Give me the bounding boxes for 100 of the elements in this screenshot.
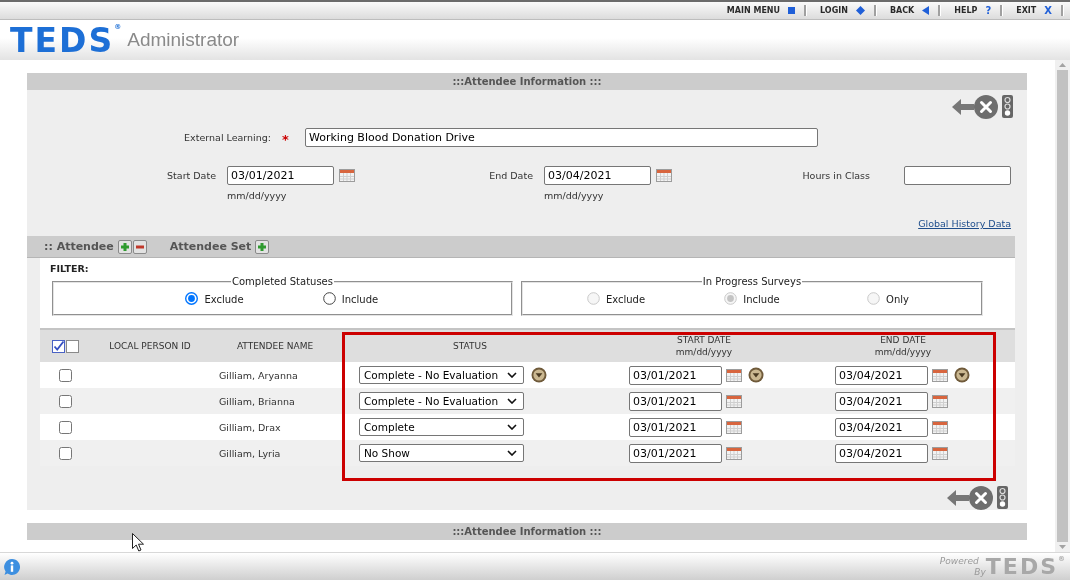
nav-link[interactable]: MAIN MENU bbox=[713, 6, 805, 15]
start-date-field[interactable]: 03/01/2021 bbox=[227, 166, 334, 185]
scrollbar[interactable] bbox=[1055, 60, 1070, 552]
column-header: END DATE bbox=[880, 334, 926, 346]
section-title-bar: :::Attendee Information ::: bbox=[27, 523, 1027, 540]
row-checkbox[interactable] bbox=[58, 446, 72, 460]
radio-label: Exclude bbox=[605, 293, 646, 305]
field-label: Start Date bbox=[166, 169, 216, 183]
end-date-field[interactable]: 03/04/2021 bbox=[835, 417, 928, 437]
calendar-icon[interactable] bbox=[726, 368, 742, 382]
back-arrow-icon[interactable] bbox=[952, 98, 974, 115]
field-label: Hours in Class bbox=[801, 169, 870, 183]
nav-link[interactable]: LOGIN bbox=[807, 6, 874, 15]
status-dropdown[interactable]: No Show bbox=[359, 444, 524, 462]
row-checkbox[interactable] bbox=[58, 394, 72, 408]
radio-label: Exclude bbox=[204, 293, 244, 305]
status-dropdown[interactable]: Complete - No Evaluation bbox=[359, 366, 524, 384]
date-format-hint: mm/dd/yyyy bbox=[544, 190, 605, 202]
calendar-icon[interactable] bbox=[932, 420, 948, 434]
required-mark: * bbox=[282, 130, 290, 149]
nav-link[interactable]: BACK bbox=[876, 6, 939, 15]
calendar-icon[interactable] bbox=[726, 394, 742, 408]
start-date-field[interactable]: 03/01/2021 bbox=[629, 391, 722, 411]
back-arrow-icon[interactable] bbox=[947, 489, 969, 506]
attendee-name: Gilliam, Aryanna bbox=[219, 369, 298, 381]
add-icon[interactable] bbox=[117, 239, 132, 254]
down-arrow-circle-icon[interactable] bbox=[954, 367, 970, 383]
calendar-icon[interactable] bbox=[339, 169, 355, 182]
mouse-pointer-icon bbox=[132, 533, 144, 552]
external-learning-field[interactable]: Working Blood Donation Drive bbox=[305, 128, 818, 147]
chevron-down-icon[interactable] bbox=[507, 450, 517, 456]
filter-label: FILTER: bbox=[49, 262, 90, 274]
radio-label: Include bbox=[341, 293, 379, 305]
chevron-down-icon[interactable] bbox=[507, 372, 517, 378]
nav-link[interactable]: HELP ? bbox=[941, 5, 1001, 16]
remove-icon[interactable] bbox=[132, 239, 147, 254]
down-arrow-circle-icon[interactable] bbox=[531, 367, 547, 383]
attendee-name: Gilliam, Drax bbox=[219, 421, 281, 433]
scrollbar-thumb[interactable] bbox=[1057, 70, 1068, 542]
close-icon[interactable]: X bbox=[1044, 5, 1052, 16]
uncheck-all-icon[interactable] bbox=[65, 339, 79, 353]
calendar-icon[interactable] bbox=[726, 446, 742, 460]
attendee-name: Gilliam, Brianna bbox=[219, 395, 295, 407]
square-icon[interactable] bbox=[788, 7, 796, 14]
column-hint: mm/dd/yyyy bbox=[874, 346, 932, 358]
calendar-icon[interactable] bbox=[656, 169, 672, 182]
left-triangle-icon[interactable] bbox=[922, 6, 930, 15]
row-checkbox[interactable] bbox=[58, 420, 72, 434]
field-label: End Date bbox=[488, 169, 533, 183]
status-dropdown[interactable]: Complete bbox=[359, 418, 524, 436]
start-date-field[interactable]: 03/01/2021 bbox=[629, 443, 722, 463]
end-date-field[interactable]: 03/04/2021 bbox=[835, 443, 928, 463]
close-icon[interactable] bbox=[969, 485, 993, 510]
down-arrow-circle-icon[interactable] bbox=[748, 367, 764, 383]
traffic-light-icon[interactable] bbox=[997, 486, 1008, 509]
radio-label: Include bbox=[743, 293, 780, 305]
calendar-icon[interactable] bbox=[932, 394, 948, 408]
close-icon[interactable] bbox=[974, 94, 998, 119]
date-format-hint: mm/dd/yyyy bbox=[227, 190, 288, 202]
end-date-field[interactable]: 03/04/2021 bbox=[835, 365, 928, 385]
column-hint: mm/dd/yyyy bbox=[675, 346, 733, 358]
traffic-light-icon[interactable] bbox=[1002, 95, 1013, 118]
start-date-field[interactable]: 03/01/2021 bbox=[629, 365, 722, 385]
global-history-link[interactable]: Global History Data bbox=[918, 218, 1011, 230]
radio-button[interactable] bbox=[185, 292, 199, 305]
attendee-name: Gilliam, Lyria bbox=[219, 447, 281, 459]
chevron-down-icon[interactable] bbox=[507, 398, 517, 404]
section-label: :: Attendee bbox=[44, 240, 114, 253]
column-header: ATTENDEE NAME bbox=[236, 340, 314, 352]
calendar-icon[interactable] bbox=[726, 420, 742, 434]
section-title-bar: :::Attendee Information ::: bbox=[27, 73, 1027, 90]
add-icon[interactable] bbox=[255, 239, 270, 254]
column-header: LOCAL PERSON ID bbox=[109, 340, 191, 352]
info-icon[interactable] bbox=[3, 557, 21, 576]
group-legend: In Progress Surveys bbox=[701, 276, 803, 287]
hours-in-class-field[interactable] bbox=[904, 166, 1011, 185]
start-date-field[interactable]: 03/01/2021 bbox=[629, 417, 722, 437]
question-mark-icon[interactable]: ? bbox=[985, 5, 992, 16]
app-title: Administrator bbox=[127, 29, 240, 51]
footer-logo: TEDS$^{®}$ bbox=[985, 555, 1065, 578]
column-header: START DATE bbox=[676, 334, 731, 346]
calendar-icon[interactable] bbox=[932, 368, 948, 382]
powered-by-text: Powered bbox=[939, 555, 980, 567]
row-checkbox[interactable] bbox=[58, 368, 72, 382]
field-label: External Learning: bbox=[183, 131, 271, 145]
group-legend: Completed Statuses bbox=[231, 276, 334, 287]
end-date-field[interactable]: 03/04/2021 bbox=[544, 166, 651, 185]
radio-label: Only bbox=[886, 293, 909, 305]
radio-button[interactable] bbox=[322, 292, 336, 305]
calendar-icon[interactable] bbox=[932, 446, 948, 460]
logo: TEDS$^{®}$ bbox=[10, 23, 122, 57]
diamond-icon[interactable] bbox=[855, 6, 865, 15]
chevron-down-icon[interactable] bbox=[507, 424, 517, 430]
status-dropdown[interactable]: Complete - No Evaluation bbox=[359, 392, 524, 410]
column-header: STATUS bbox=[453, 340, 487, 352]
end-date-field[interactable]: 03/04/2021 bbox=[835, 391, 928, 411]
powered-by-text: By bbox=[974, 566, 986, 578]
section-label: Attendee Set bbox=[169, 240, 252, 253]
nav-link[interactable]: EXIT X bbox=[1003, 5, 1061, 16]
check-all-icon[interactable] bbox=[51, 339, 65, 353]
